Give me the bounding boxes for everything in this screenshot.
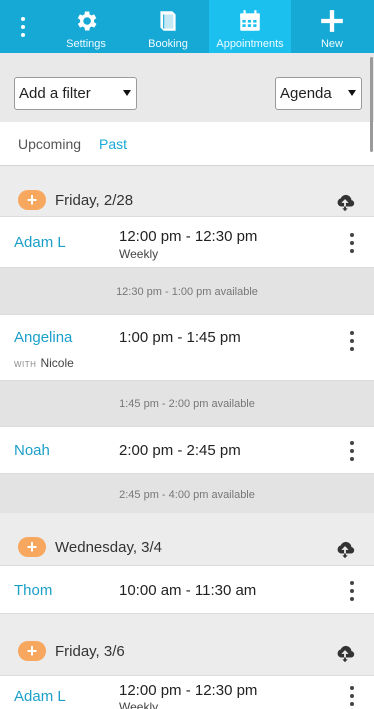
recurrence-label: Weekly (119, 700, 159, 709)
nav-booking[interactable]: Booking (127, 0, 209, 53)
more-options-icon[interactable] (350, 581, 354, 601)
appointment-time: 10:00 am - 11:30 am (119, 582, 257, 599)
view-select-label: Agenda (280, 85, 332, 102)
nav-settings[interactable]: Settings (45, 0, 127, 53)
client-name[interactable]: Noah (14, 442, 50, 459)
add-appointment-button[interactable]: + (18, 641, 46, 661)
day-header: + Wednesday, 3/4 (0, 513, 374, 565)
availability-text: 12:30 pm - 1:00 pm available (116, 286, 258, 298)
appointment-time: 12:00 pm - 12:30 pm (119, 682, 258, 699)
nav-new[interactable]: New (291, 0, 373, 53)
client-name[interactable]: Angelina (14, 329, 72, 346)
availability-text: 1:45 pm - 2:00 pm available (119, 398, 255, 410)
day-header: + Friday, 2/28 (0, 166, 374, 216)
nav-settings-label: Settings (66, 38, 106, 50)
appointment-row[interactable]: Thom 10:00 am - 11:30 am (0, 565, 374, 614)
client-name[interactable]: Adam L (14, 234, 66, 251)
availability-slot: 12:30 pm - 1:00 pm available (0, 268, 374, 314)
client-name[interactable]: Adam L (14, 688, 66, 705)
recurrence-label: Weekly (119, 247, 159, 261)
appointment-list: + Friday, 2/28 Adam L 12:00 pm - 12:30 p… (0, 166, 374, 709)
calendar-icon (240, 10, 260, 31)
nav-new-label: New (320, 38, 343, 50)
day-label: Wednesday, 3/4 (55, 539, 163, 556)
gear-icon (77, 11, 97, 31)
tab-past[interactable]: Past (99, 136, 127, 152)
add-appointment-button[interactable]: + (18, 537, 46, 557)
more-options-icon[interactable] (350, 686, 354, 706)
appointment-row[interactable]: Adam L 12:00 pm - 12:30 pm Weekly (0, 216, 374, 268)
caret-down-icon (123, 90, 131, 96)
nav-booking-label: Booking (148, 38, 188, 50)
cloud-download-icon[interactable] (334, 537, 356, 559)
time-tabs: Upcoming Past (0, 122, 374, 166)
day-header: + Friday, 3/6 (0, 614, 374, 675)
appointment-row[interactable]: Adam L 12:00 pm - 12:30 pm Weekly (0, 675, 374, 709)
appointment-time: 2:00 pm - 2:45 pm (119, 442, 241, 459)
filter-bar: Add a filter Agenda (0, 53, 374, 122)
tab-upcoming[interactable]: Upcoming (18, 136, 81, 152)
day-label: Friday, 2/28 (55, 192, 134, 209)
more-options-icon[interactable] (350, 441, 354, 461)
view-select[interactable]: Agenda (275, 77, 362, 110)
day-label: Friday, 3/6 (55, 643, 125, 660)
more-menu-button[interactable] (0, 0, 45, 53)
availability-slot: 1:45 pm - 2:00 pm available (0, 381, 374, 426)
book-icon (160, 11, 176, 31)
appointment-row[interactable]: Noah 2:00 pm - 2:45 pm (0, 426, 374, 474)
availability-text: 2:45 pm - 4:00 pm available (119, 489, 255, 501)
vertical-dots-icon (20, 16, 25, 37)
staff-label: WITH Nicole (14, 356, 74, 370)
scrollbar[interactable] (370, 57, 373, 152)
top-nav: Settings Booking Appointments New (0, 0, 374, 53)
add-appointment-button[interactable]: + (18, 190, 46, 210)
more-options-icon[interactable] (350, 331, 354, 351)
appointment-time: 1:00 pm - 1:45 pm (119, 329, 241, 346)
with-prefix: WITH (14, 360, 37, 369)
cloud-download-icon[interactable] (334, 641, 356, 663)
plus-icon (321, 10, 343, 32)
cloud-download-icon[interactable] (334, 190, 356, 212)
nav-appointments[interactable]: Appointments (209, 0, 291, 53)
client-name[interactable]: Thom (14, 582, 52, 599)
staff-name: Nicole (40, 356, 74, 370)
availability-slot: 2:45 pm - 4:00 pm available (0, 474, 374, 513)
appointment-row[interactable]: Angelina 1:00 pm - 1:45 pm WITH Nicole (0, 314, 374, 381)
filter-select-label: Add a filter (19, 85, 91, 102)
more-options-icon[interactable] (350, 233, 354, 253)
nav-appointments-label: Appointments (216, 38, 284, 50)
filter-select[interactable]: Add a filter (14, 77, 137, 110)
appointment-time: 12:00 pm - 12:30 pm (119, 228, 258, 245)
caret-down-icon (348, 90, 356, 96)
